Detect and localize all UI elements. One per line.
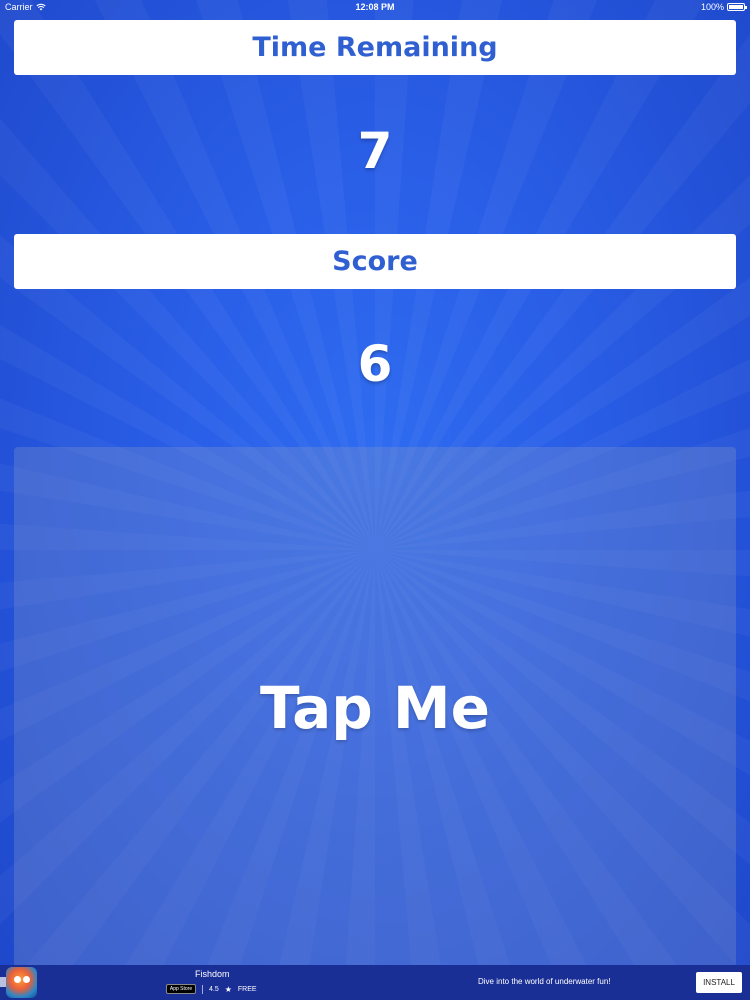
time-remaining-value: 7 [357, 122, 393, 180]
ad-meta: App Store 4.5 ★ FREE [166, 984, 257, 994]
battery-percent: 100% [700, 2, 724, 12]
ad-rating: 4.5 [209, 985, 219, 993]
tap-me-button[interactable]: Tap Me [14, 447, 736, 967]
ad-banner[interactable]: Fishdom App Store 4.5 ★ FREE Dive into t… [0, 965, 750, 1000]
app-store-badge: App Store [166, 984, 196, 994]
time-remaining-label: Time Remaining [14, 20, 736, 75]
status-bar: Carrier 12:08 PM 100% [0, 0, 750, 16]
status-battery: 100% [700, 2, 747, 12]
fish-eye-icon [14, 976, 21, 983]
fishdom-app-icon[interactable] [6, 967, 37, 998]
tap-me-label: Tap Me [260, 674, 490, 742]
battery-icon [727, 3, 747, 11]
star-icon: ★ [224, 984, 232, 994]
install-button[interactable]: INSTALL [696, 972, 742, 993]
score-value: 6 [357, 335, 393, 393]
ad-price: FREE [237, 985, 257, 993]
ad-tagline: Dive into the world of underwater fun! [478, 977, 611, 986]
status-time: 12:08 PM [355, 2, 395, 12]
fish-eye-icon [23, 976, 30, 983]
time-remaining-text: Time Remaining [252, 32, 498, 63]
ad-separator [202, 984, 203, 994]
score-label: Score [14, 234, 736, 289]
ad-title[interactable]: Fishdom [195, 969, 230, 979]
score-text: Score [332, 246, 418, 277]
